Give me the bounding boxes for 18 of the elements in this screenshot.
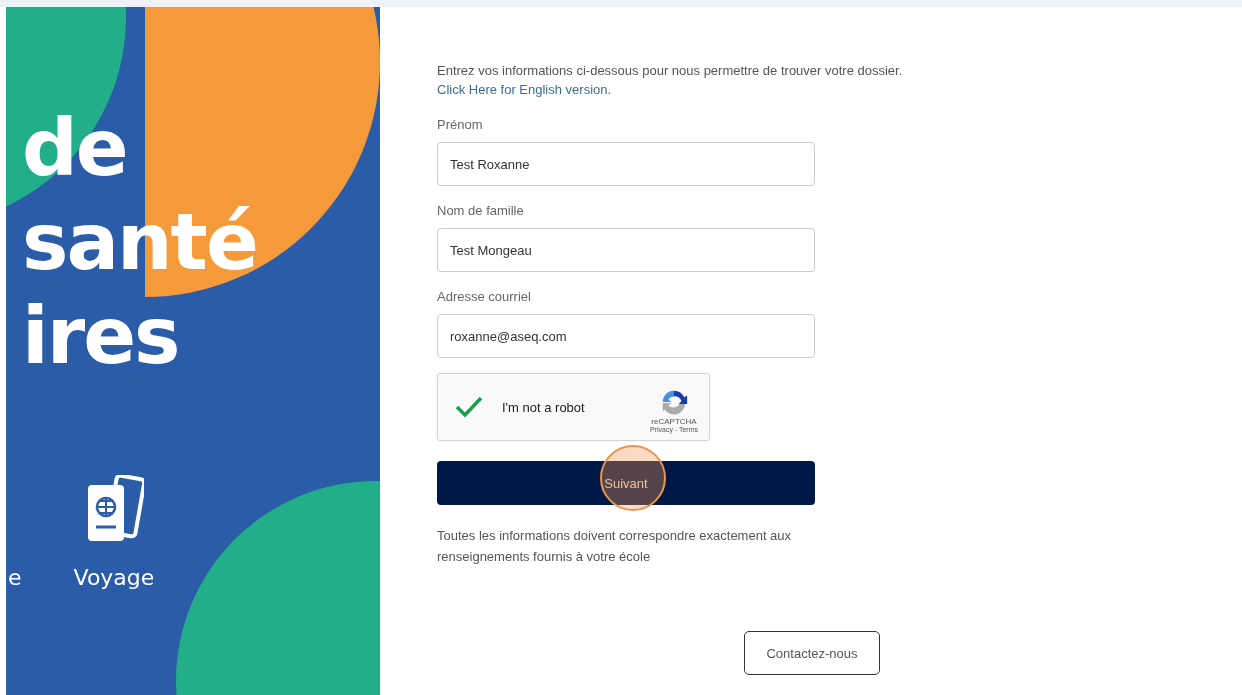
- english-version-link[interactable]: Click Here for English version.: [437, 82, 612, 97]
- headline-text: ires: [22, 290, 180, 383]
- captcha-brand: reCAPTCHA: [651, 417, 697, 426]
- input-field[interactable]: Test Roxanne: [437, 142, 815, 186]
- headline-text: de: [22, 102, 128, 195]
- category-label: Voyage: [73, 565, 155, 590]
- note-text: Toutes les informations doivent correspondre exactement aux renseignements fournis à votre école: [437, 527, 793, 566]
- category-label: e: [8, 565, 22, 590]
- contact-button[interactable]: Contactez-nous: [744, 631, 880, 675]
- intro-text: Entrez vos informations ci-dessous pour nous permettre de trouver votre dossier.: [437, 62, 903, 79]
- input-field[interactable]: Test Mongeau: [437, 228, 815, 272]
- checkmark-icon[interactable]: [454, 395, 484, 419]
- field-label: Prénom: [437, 117, 484, 132]
- captcha-label: I'm not a robot: [502, 399, 586, 415]
- field-label: Nom de famille: [437, 203, 525, 218]
- next-button[interactable]: Suivant: [437, 461, 815, 505]
- field-label: Adresse courriel: [437, 289, 532, 304]
- input-field[interactable]: roxanne@aseq.com: [437, 314, 815, 358]
